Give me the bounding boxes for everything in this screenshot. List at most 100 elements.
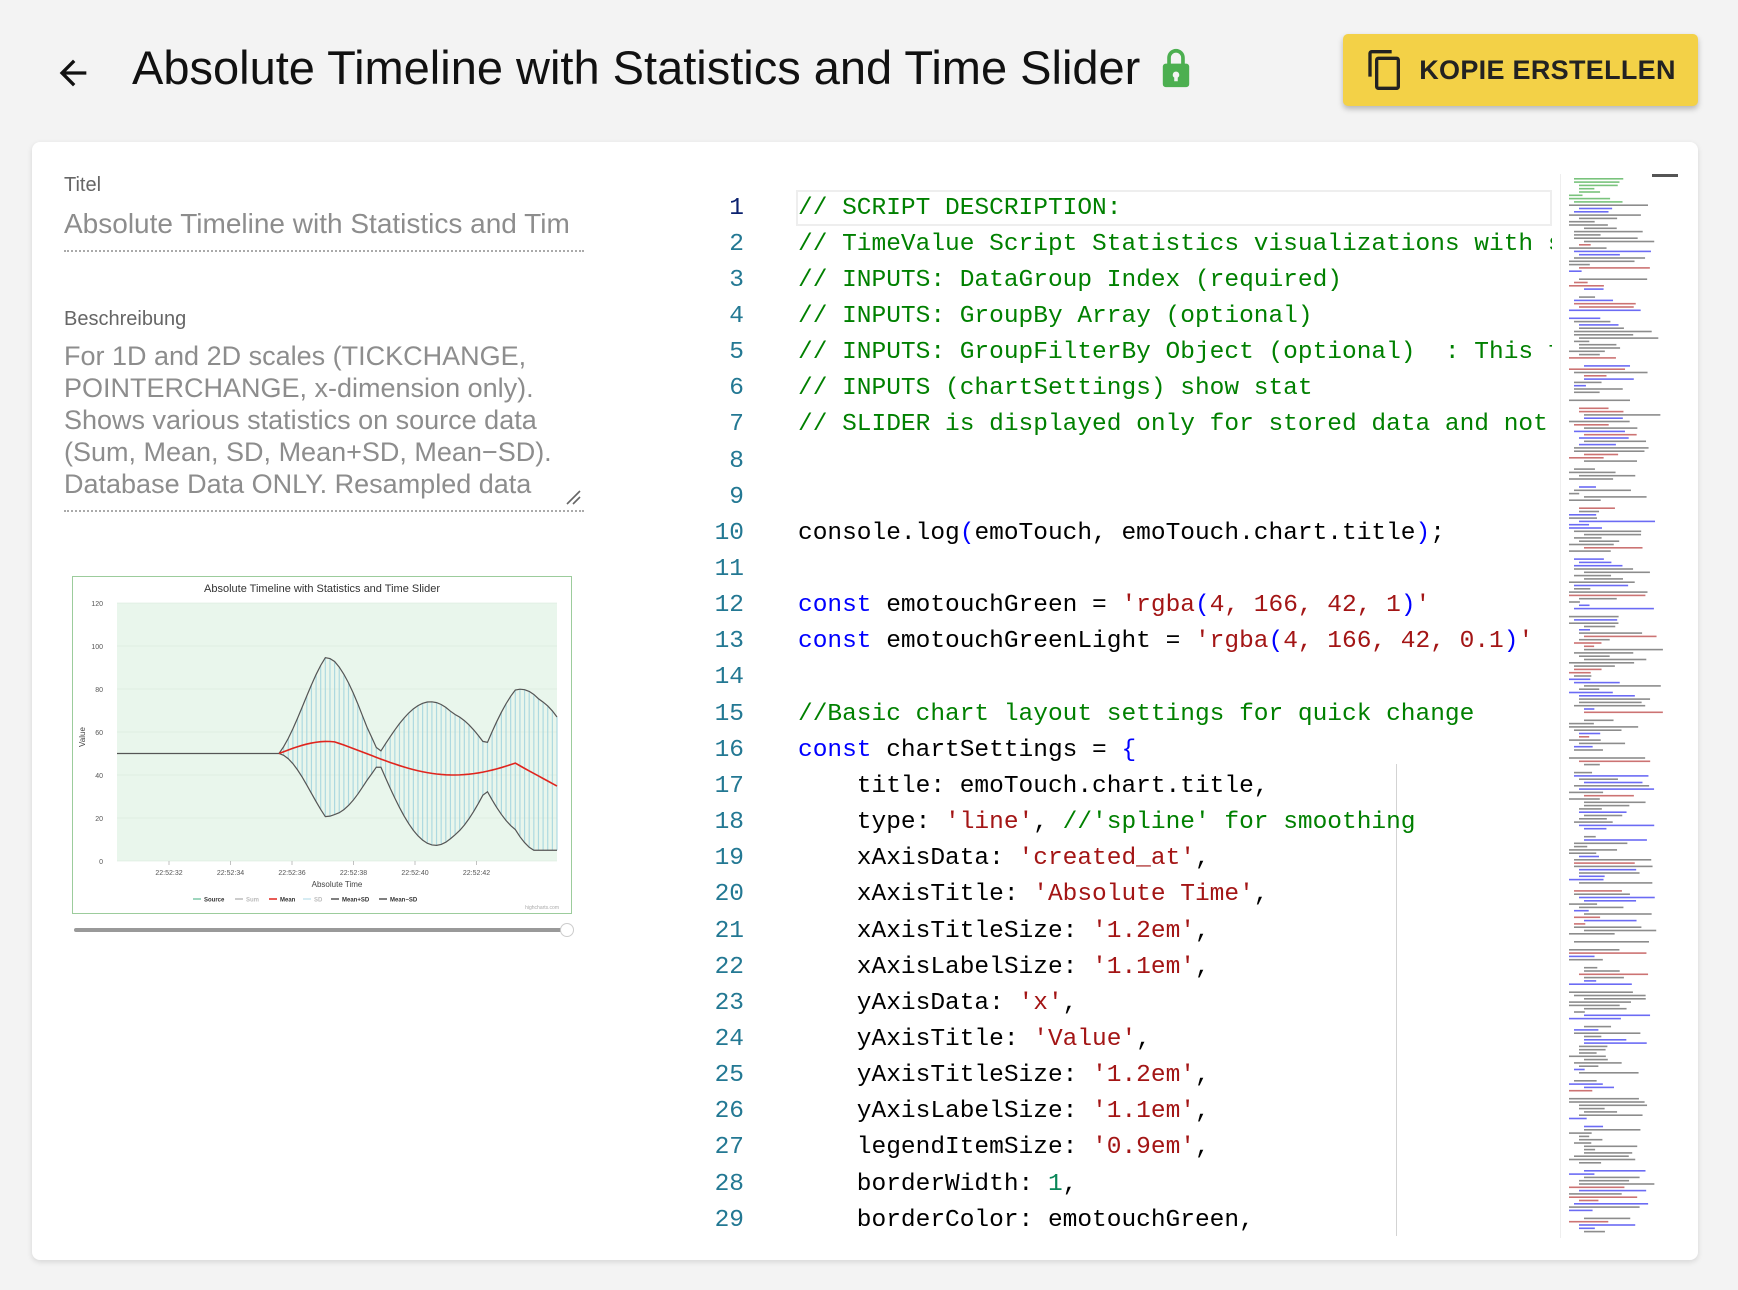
code-line[interactable]: 6 // INPUTS (chartSettings) show stat [672, 371, 1552, 407]
minimap-line [1584, 433, 1637, 436]
minimap-line [1574, 388, 1623, 390]
minimap-line [1584, 375, 1607, 377]
code-line[interactable]: 15 //Basic chart layout settings for quic… [672, 696, 1552, 732]
minimap-scroll-indicator[interactable] [1652, 174, 1678, 177]
line-number: 16 [714, 736, 744, 764]
minimap-line [1579, 736, 1590, 738]
code-line[interactable]: 13 const emotouchGreenLight = 'rgba(4, 16… [672, 624, 1552, 660]
code-line[interactable]: 12 const emotouchGreen = 'rgba(4, 166, 42… [672, 588, 1552, 624]
code-line[interactable]: 23 yAxisData: 'x', [672, 985, 1552, 1021]
minimap-line [1574, 994, 1646, 997]
minimap-line [1569, 550, 1611, 552]
code-line-text: // SCRIPT DESCRIPTION: [798, 194, 1122, 222]
minimap-line [1579, 343, 1617, 346]
minimap-line [1574, 619, 1618, 621]
minimap-line [1569, 220, 1595, 223]
code-line[interactable]: 7 // SLIDER is displayed only for stored … [672, 407, 1552, 443]
code-line-text: yAxisTitle: 'Value', [798, 1025, 1151, 1053]
minimap-line [1579, 701, 1642, 704]
code-line[interactable]: 3 // INPUTS: DataGroup Index (required) [672, 262, 1552, 298]
code-line[interactable]: 19 xAxisData: 'created_at', [672, 841, 1552, 877]
time-slider-thumb[interactable] [560, 923, 575, 937]
minimap-line [1579, 278, 1648, 280]
minimap-line [1579, 337, 1659, 339]
minimap-line [1569, 594, 1646, 597]
code-line[interactable]: 8 [672, 443, 1552, 479]
minimap-line [1584, 460, 1637, 462]
minimap-line [1569, 270, 1582, 272]
minimap-line [1584, 827, 1607, 830]
minimap-line [1569, 492, 1580, 495]
code-line[interactable]: 20 xAxisTitle: 'Absolute Time', [672, 877, 1552, 913]
code-line[interactable]: 2 // TimeValue Script Statistics visualiz… [672, 226, 1552, 262]
code-line[interactable]: 21 xAxisTitleSize: '1.2em', [672, 913, 1552, 949]
minimap-line [1574, 537, 1602, 539]
code-line[interactable]: 22 xAxisLabelSize: '1.1em', [672, 949, 1552, 985]
minimap-line [1584, 1217, 1631, 1220]
code-line[interactable]: 17 title: emoTouch.chart.title, [672, 768, 1552, 804]
code-line[interactable]: 24 yAxisTitle: 'Value', [672, 1021, 1552, 1057]
minimap-line [1574, 340, 1590, 343]
minimap-line [1569, 1196, 1638, 1198]
code-line[interactable]: 4 // INPUTS: GroupBy Array (optional) [672, 298, 1552, 334]
code-line[interactable]: 1 // SCRIPT DESCRIPTION: [672, 190, 1552, 226]
minimap-line [1579, 1048, 1606, 1051]
minimap-line [1579, 732, 1601, 735]
code-editor[interactable]: 1 // SCRIPT DESCRIPTION: 2 // TimeValue Scr… [672, 174, 1552, 1236]
code-line[interactable]: 10 console.log(emoTouch, emoTouch.chart.t… [672, 515, 1552, 551]
arrow-left-icon [59, 59, 87, 87]
time-slider-track[interactable] [74, 928, 572, 932]
line-number: 9 [729, 483, 744, 511]
minimap-line [1584, 1039, 1627, 1041]
back-button[interactable] [48, 48, 98, 98]
code-line-text: console.log(emoTouch, emoTouch.chart.tit… [798, 519, 1445, 547]
minimap-line [1569, 368, 1626, 370]
minimap-line [1574, 941, 1649, 943]
minimap-line [1569, 1132, 1592, 1134]
line-number: 2 [729, 230, 744, 258]
code-line[interactable]: 16 const chartSettings = { [672, 732, 1552, 768]
minimap-line [1569, 849, 1618, 851]
minimap-line [1574, 230, 1643, 233]
minimap-line [1584, 970, 1620, 972]
code-line[interactable]: 9 [672, 479, 1552, 515]
minimap-line [1579, 324, 1619, 326]
create-copy-button[interactable]: KOPIE ERSTELLEN [1343, 34, 1698, 106]
code-line[interactable]: 27 legendItemSize: '0.9em', [672, 1130, 1552, 1166]
minimap-line [1569, 1083, 1603, 1085]
title-input[interactable]: Absolute Timeline with Statistics and Ti… [64, 208, 584, 240]
minimap-line [1569, 224, 1608, 226]
code-line[interactable]: 29 borderColor: emotouchGreen, [672, 1202, 1552, 1236]
code-line-text: // INPUTS: DataGroup Index (required) [798, 266, 1342, 294]
code-line[interactable]: 14 [672, 660, 1552, 696]
resize-handle-icon[interactable] [564, 488, 582, 506]
line-number: 8 [729, 447, 744, 475]
line-number: 27 [714, 1134, 744, 1162]
minimap-line [1579, 207, 1613, 210]
legend-item: Sum [246, 898, 259, 904]
minimap-line [1574, 211, 1609, 213]
create-copy-label: KOPIE ERSTELLEN [1419, 54, 1676, 85]
code-line[interactable]: 28 borderWidth: 1, [672, 1166, 1552, 1202]
minimap-line [1574, 859, 1652, 861]
y-tick-label: 100 [91, 644, 103, 651]
minimap-line [1584, 1007, 1627, 1010]
code-line[interactable]: 25 yAxisTitleSize: '1.2em', [672, 1058, 1552, 1094]
code-line[interactable]: 5 // INPUTS: GroupFilterBy Object (option… [672, 335, 1552, 371]
minimap-line [1579, 808, 1602, 810]
code-minimap[interactable] [1560, 174, 1676, 1238]
minimap-line [1574, 652, 1634, 654]
minimap-line [1574, 234, 1601, 236]
minimap-line [1579, 695, 1635, 697]
description-textarea[interactable]: For 1D and 2D scales (TICKCHANGE, POINTE… [64, 340, 584, 500]
minimap-line [1574, 530, 1642, 533]
minimap-line [1579, 244, 1591, 246]
chart-preview[interactable]: Absolute Timeline with Statistics and Ti… [72, 576, 572, 914]
code-line[interactable]: 26 yAxisLabelSize: '1.1em', [672, 1094, 1552, 1130]
minimap-line [1569, 357, 1616, 359]
minimap-line [1584, 781, 1643, 784]
code-line[interactable]: 11 [672, 552, 1552, 588]
y-tick-label: 80 [95, 687, 103, 694]
code-line[interactable]: 18 type: 'line', //'spline' for smoothin… [672, 805, 1552, 841]
minimap-line [1574, 771, 1593, 774]
